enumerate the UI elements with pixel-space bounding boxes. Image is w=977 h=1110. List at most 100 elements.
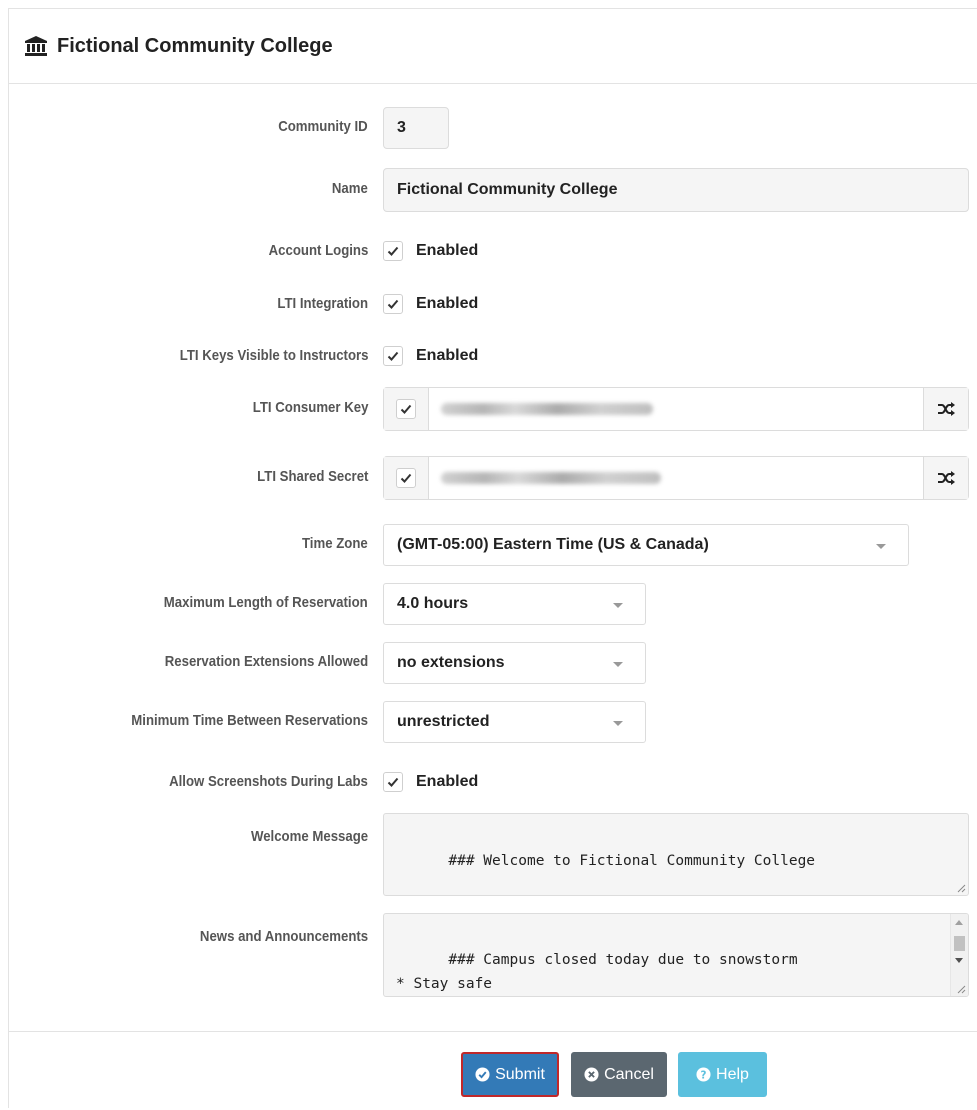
name-row: Name Fictional Community College <box>9 168 977 212</box>
chevron-down-icon <box>613 603 623 608</box>
time-zone-value: (GMT-05:00) Eastern Time (US & Canada) <box>397 536 709 553</box>
lti-keys-visible-checkbox[interactable] <box>383 346 403 366</box>
min-time-label: Minimum Time Between Reservations <box>131 712 368 729</box>
allow-screenshots-checkbox[interactable] <box>383 772 403 792</box>
name-field[interactable]: Fictional Community College <box>383 168 969 212</box>
lti-consumer-key-shuffle-button[interactable] <box>923 388 968 430</box>
welcome-message-label: Welcome Message <box>250 828 368 845</box>
max-reservation-row: Maximum Length of Reservation 4.0 hours <box>9 583 977 625</box>
resize-grip-icon[interactable] <box>956 883 966 893</box>
lti-integration-label: LTI Integration <box>277 295 368 312</box>
lti-shared-secret-label: LTI Shared Secret <box>256 468 368 485</box>
time-zone-select[interactable]: (GMT-05:00) Eastern Time (US & Canada) <box>383 524 909 566</box>
lti-consumer-key-addon <box>384 388 429 430</box>
time-zone-label: Time Zone <box>302 535 368 552</box>
extensions-value: no extensions <box>397 654 505 671</box>
name-value: Fictional Community College <box>397 181 618 198</box>
lti-keys-visible-toggle[interactable]: Enabled <box>383 346 478 366</box>
welcome-message-value: ### Welcome to Fictional Community Colle… <box>448 853 816 869</box>
lti-integration-toggle[interactable]: Enabled <box>383 294 478 314</box>
allow-screenshots-label: Allow Screenshots During Labs <box>169 773 368 790</box>
lti-integration-checkbox[interactable] <box>383 294 403 314</box>
news-value: ### Campus closed today due to snowstorm… <box>396 952 798 992</box>
scroll-up-icon[interactable] <box>955 920 963 925</box>
time-zone-row: Time Zone (GMT-05:00) Eastern Time (US &… <box>9 524 977 566</box>
help-button[interactable]: ? Help <box>678 1052 767 1097</box>
lti-shared-secret-row: LTI Shared Secret <box>9 456 977 500</box>
max-reservation-label: Maximum Length of Reservation <box>164 594 368 611</box>
check-icon <box>387 246 399 256</box>
community-form-panel: Fictional Community College Community ID… <box>8 8 977 1108</box>
check-icon <box>400 473 412 483</box>
news-textarea[interactable]: ### Campus closed today due to snowstorm… <box>383 913 969 997</box>
news-row: News and Announcements ### Campus closed… <box>9 913 977 997</box>
community-id-label: Community ID <box>278 118 368 135</box>
lti-shared-secret-shuffle-button[interactable] <box>923 457 968 499</box>
lti-keys-visible-text: Enabled <box>416 347 479 364</box>
lti-consumer-key-row: LTI Consumer Key <box>9 387 977 431</box>
times-circle-icon <box>584 1067 599 1082</box>
cancel-button[interactable]: Cancel <box>571 1052 667 1097</box>
min-time-select[interactable]: unrestricted <box>383 701 646 743</box>
account-logins-row: Account Logins Enabled <box>9 240 977 262</box>
lti-integration-text: Enabled <box>416 295 479 312</box>
news-label: News and Announcements <box>199 928 368 945</box>
name-label: Name <box>332 180 368 197</box>
lti-shared-secret-group <box>383 456 969 500</box>
chevron-down-icon <box>876 544 886 549</box>
redacted-key-value <box>441 403 653 415</box>
panel-header: Fictional Community College <box>9 9 977 84</box>
lti-consumer-key-input[interactable] <box>429 388 923 430</box>
svg-text:?: ? <box>701 1069 707 1081</box>
lti-shared-secret-input[interactable] <box>429 457 923 499</box>
extensions-row: Reservation Extensions Allowed no extens… <box>9 642 977 684</box>
account-logins-checkbox[interactable] <box>383 241 403 261</box>
welcome-message-row: Welcome Message ### Welcome to Fictional… <box>9 813 977 896</box>
account-logins-text: Enabled <box>416 242 479 259</box>
community-id-field: 3 <box>383 107 449 149</box>
lti-consumer-key-checkbox[interactable] <box>396 399 416 419</box>
max-reservation-value: 4.0 hours <box>397 595 469 612</box>
min-time-row: Minimum Time Between Reservations unrest… <box>9 701 977 743</box>
redacted-secret-value <box>441 472 661 484</box>
allow-screenshots-toggle[interactable]: Enabled <box>383 772 478 792</box>
resize-grip-icon[interactable] <box>956 984 966 994</box>
lti-consumer-key-group <box>383 387 969 431</box>
scrollbar-thumb[interactable] <box>954 936 965 951</box>
check-icon <box>387 351 399 361</box>
check-circle-icon <box>475 1067 490 1082</box>
page-title: Fictional Community College <box>57 34 333 57</box>
lti-shared-secret-addon <box>384 457 429 499</box>
chevron-down-icon <box>613 662 623 667</box>
university-icon <box>25 36 47 56</box>
allow-screenshots-text: Enabled <box>416 773 479 790</box>
check-icon <box>387 299 399 309</box>
max-reservation-select[interactable]: 4.0 hours <box>383 583 646 625</box>
help-label: Help <box>716 1065 749 1083</box>
scroll-down-icon[interactable] <box>955 958 963 963</box>
shuffle-icon <box>938 402 955 416</box>
chevron-down-icon <box>613 721 623 726</box>
welcome-message-textarea[interactable]: ### Welcome to Fictional Community Colle… <box>383 813 969 896</box>
cancel-label: Cancel <box>604 1065 654 1083</box>
extensions-select[interactable]: no extensions <box>383 642 646 684</box>
lti-keys-visible-row: LTI Keys Visible to Instructors Enabled <box>9 345 977 367</box>
submit-button[interactable]: Submit <box>461 1052 559 1097</box>
extensions-label: Reservation Extensions Allowed <box>164 653 368 670</box>
min-time-value: unrestricted <box>397 713 490 730</box>
shuffle-icon <box>938 471 955 485</box>
lti-shared-secret-checkbox[interactable] <box>396 468 416 488</box>
allow-screenshots-row: Allow Screenshots During Labs Enabled <box>9 771 977 793</box>
submit-label: Submit <box>495 1065 545 1083</box>
check-icon <box>400 404 412 414</box>
lti-integration-row: LTI Integration Enabled <box>9 293 977 315</box>
lti-keys-visible-label: LTI Keys Visible to Instructors <box>179 347 368 364</box>
check-icon <box>387 777 399 787</box>
lti-consumer-key-label: LTI Consumer Key <box>252 399 368 416</box>
account-logins-toggle[interactable]: Enabled <box>383 241 478 261</box>
form-footer: Submit Cancel ? Help <box>9 1031 977 1110</box>
question-circle-icon: ? <box>696 1067 711 1082</box>
account-logins-label: Account Logins <box>268 242 368 259</box>
community-id-row: Community ID 3 <box>9 107 977 149</box>
community-id-value: 3 <box>397 119 406 136</box>
